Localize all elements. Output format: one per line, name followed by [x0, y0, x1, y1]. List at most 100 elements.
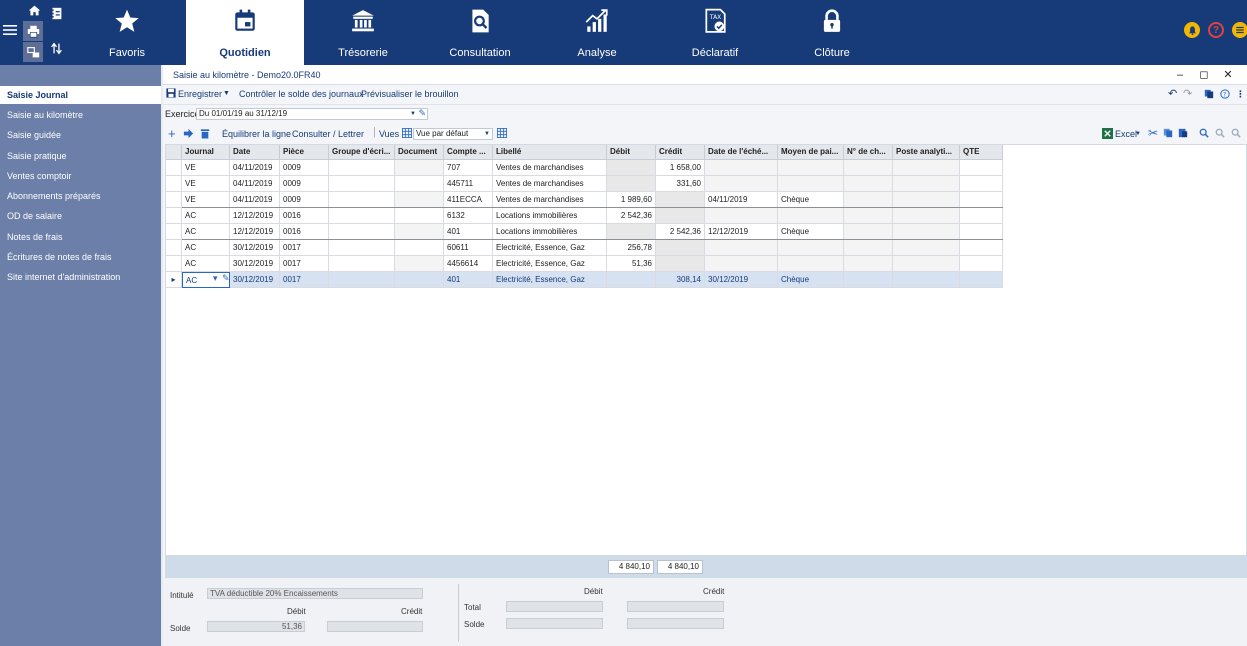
- delete-icon[interactable]: [200, 128, 210, 141]
- table-cell[interactable]: [960, 160, 1003, 176]
- copy-icon[interactable]: [1204, 89, 1214, 101]
- table-cell[interactable]: VE: [182, 192, 230, 208]
- sidebar-item-ventes-comptoir[interactable]: Ventes comptoir: [0, 167, 161, 185]
- table-cell[interactable]: 30/12/2019: [230, 240, 280, 256]
- table-cell[interactable]: [893, 176, 960, 192]
- column-header[interactable]: Débit: [607, 145, 656, 160]
- table-cell[interactable]: [395, 240, 444, 256]
- table-cell[interactable]: [893, 272, 960, 288]
- arrow-right-icon[interactable]: [183, 128, 194, 141]
- minimize-icon[interactable]: –: [1173, 68, 1187, 82]
- copy-icon[interactable]: [1163, 128, 1173, 140]
- table-cell[interactable]: [893, 224, 960, 240]
- table-cell[interactable]: 4456614: [444, 256, 493, 272]
- table-cell[interactable]: 0009: [280, 176, 329, 192]
- column-header[interactable]: Date de l'éché...: [705, 145, 778, 160]
- table-cell[interactable]: 0017: [280, 256, 329, 272]
- table-cell[interactable]: [960, 224, 1003, 240]
- balance-line-button[interactable]: Équilibrer la ligne: [222, 129, 291, 139]
- column-header[interactable]: Date: [230, 145, 280, 160]
- sidebar-item-ecritures-notes-frais[interactable]: Écritures de notes de frais: [0, 248, 161, 266]
- consult-letter-button[interactable]: Consulter / Lettrer: [292, 129, 364, 139]
- table-cell[interactable]: [893, 256, 960, 272]
- table-cell[interactable]: Chèque: [778, 224, 844, 240]
- table-cell[interactable]: 0009: [280, 160, 329, 176]
- table-cell[interactable]: [395, 256, 444, 272]
- table-cell[interactable]: 308,14: [656, 272, 705, 288]
- chevron-down-icon[interactable]: ▾: [213, 273, 218, 284]
- table-cell[interactable]: [705, 160, 778, 176]
- excel-export-button[interactable]: Excel: [1115, 129, 1137, 139]
- settings-grid-icon[interactable]: [1232, 22, 1247, 38]
- table-cell[interactable]: Ventes de marchandises: [493, 176, 607, 192]
- table-cell[interactable]: Chèque: [778, 272, 844, 288]
- sidebar-item-od-salaire[interactable]: OD de salaire: [0, 207, 161, 225]
- table-cell[interactable]: [656, 256, 705, 272]
- table-cell[interactable]: [778, 240, 844, 256]
- table-cell[interactable]: [960, 272, 1003, 288]
- table-cell[interactable]: [844, 208, 893, 224]
- sidebar-item-saisie-guidee[interactable]: Saisie guidée: [0, 126, 161, 144]
- table-cell[interactable]: AC: [182, 256, 230, 272]
- column-header[interactable]: Journal: [182, 145, 230, 160]
- sidebar-item-saisie-journal[interactable]: Saisie Journal: [0, 86, 161, 104]
- table-cell[interactable]: [329, 160, 395, 176]
- table-cell[interactable]: [705, 256, 778, 272]
- table-cell[interactable]: [656, 240, 705, 256]
- table-cell[interactable]: AC: [182, 224, 230, 240]
- table-cell[interactable]: AC: [182, 240, 230, 256]
- sidebar-item-site-internet[interactable]: Site internet d'administration: [0, 268, 161, 286]
- column-header[interactable]: Poste analyti...: [893, 145, 960, 160]
- table-cell[interactable]: 445711: [444, 176, 493, 192]
- table-cell[interactable]: Locations immobilières: [493, 208, 607, 224]
- column-header[interactable]: Groupe d'écri...: [329, 145, 395, 160]
- table-cell[interactable]: [607, 160, 656, 176]
- table-cell[interactable]: [607, 224, 656, 240]
- sidebar-item-saisie-pratique[interactable]: Saisie pratique: [0, 147, 161, 165]
- table-cell[interactable]: [329, 256, 395, 272]
- preview-draft-button[interactable]: Prévisualiser le brouillon: [361, 89, 459, 99]
- table-cell[interactable]: Electricité, Essence, Gaz: [493, 272, 607, 288]
- save-button[interactable]: Enregistrer: [178, 89, 222, 99]
- more-options-icon[interactable]: ⋮: [1236, 89, 1245, 100]
- table-cell[interactable]: [329, 240, 395, 256]
- table-cell[interactable]: 6132: [444, 208, 493, 224]
- table-cell[interactable]: [778, 208, 844, 224]
- table-cell[interactable]: [844, 256, 893, 272]
- table-cell[interactable]: Ventes de marchandises: [493, 160, 607, 176]
- table-cell[interactable]: 51,36: [607, 256, 656, 272]
- table-cell[interactable]: [395, 272, 444, 288]
- close-icon[interactable]: ✕: [1221, 68, 1235, 82]
- check-balance-button[interactable]: Contrôler le solde des journaux: [239, 89, 364, 99]
- column-header[interactable]: Pièce: [280, 145, 329, 160]
- table-cell[interactable]: [960, 208, 1003, 224]
- table-cell[interactable]: [778, 256, 844, 272]
- table-cell[interactable]: [705, 240, 778, 256]
- add-row-icon[interactable]: +: [168, 126, 176, 141]
- nav-tab-tresorerie[interactable]: Trésorerie: [304, 0, 422, 65]
- table-cell[interactable]: [395, 160, 444, 176]
- table-cell[interactable]: [395, 208, 444, 224]
- search-previous-icon[interactable]: [1215, 128, 1225, 140]
- table-cell[interactable]: [844, 160, 893, 176]
- help-icon[interactable]: ?: [1208, 22, 1224, 38]
- table-cell[interactable]: [844, 240, 893, 256]
- table-cell[interactable]: [329, 224, 395, 240]
- column-header[interactable]: Compte ...: [444, 145, 493, 160]
- sidebar-item-abonnements[interactable]: Abonnements préparés: [0, 187, 161, 205]
- table-cell[interactable]: [893, 208, 960, 224]
- nav-tab-favoris[interactable]: Favoris: [68, 0, 186, 65]
- print-icon[interactable]: [23, 21, 43, 41]
- sidebar-item-notes-frais[interactable]: Notes de frais: [0, 228, 161, 246]
- table-cell[interactable]: [844, 192, 893, 208]
- edit-pencil-icon[interactable]: ✎: [418, 108, 426, 118]
- table-cell[interactable]: [607, 272, 656, 288]
- table-cell[interactable]: [329, 272, 395, 288]
- help-circle-icon[interactable]: ?: [1220, 89, 1230, 101]
- table-cell[interactable]: 0009: [280, 192, 329, 208]
- table-cell[interactable]: 401: [444, 272, 493, 288]
- table-cell[interactable]: 12/12/2019: [705, 224, 778, 240]
- search-next-icon[interactable]: [1231, 128, 1241, 140]
- exercice-select[interactable]: Du 01/01/19 au 31/12/19 ▼ ✎: [196, 108, 428, 120]
- redo-icon[interactable]: ↷: [1183, 87, 1192, 100]
